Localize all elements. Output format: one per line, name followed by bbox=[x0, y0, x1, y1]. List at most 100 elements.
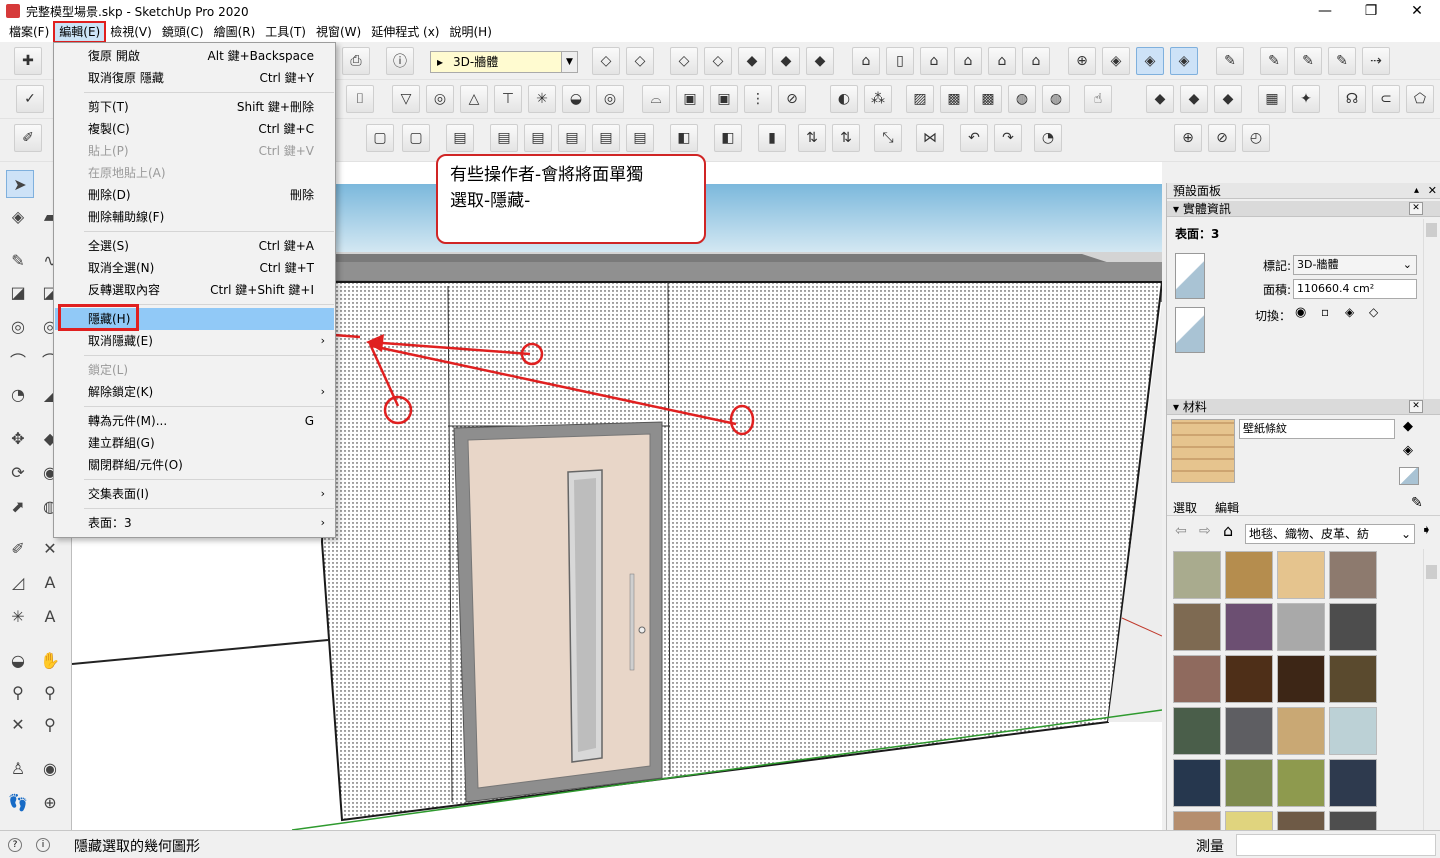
material-tile[interactable] bbox=[1173, 707, 1221, 755]
material-tile[interactable] bbox=[1277, 551, 1325, 599]
menu-file[interactable]: 檔案(F) bbox=[4, 22, 54, 42]
menu-select-all[interactable]: 全選(S) Ctrl 鍵+A bbox=[55, 235, 334, 257]
menu-delete[interactable]: 刪除(D) 刪除 bbox=[55, 184, 334, 206]
paint-bucket-icon[interactable]: ◈ bbox=[4, 202, 32, 230]
scale-frame-icon[interactable]: ▢ bbox=[402, 124, 430, 152]
previous-view-icon[interactable]: ⚲ bbox=[36, 710, 64, 738]
walk-icon[interactable]: ⊘ bbox=[1208, 124, 1236, 152]
material-tile[interactable] bbox=[1277, 655, 1325, 703]
export-icon[interactable]: ⇢ bbox=[1362, 47, 1390, 75]
menu-window[interactable]: 視窗(W) bbox=[311, 22, 366, 42]
back-arrow-icon[interactable]: ⇦ bbox=[1175, 523, 1187, 539]
material-tile[interactable] bbox=[1329, 811, 1377, 830]
material-tile[interactable] bbox=[1173, 811, 1221, 830]
axes-tool-icon[interactable]: ✳ bbox=[4, 602, 32, 630]
menu-camera[interactable]: 鏡頭(C) bbox=[157, 22, 209, 42]
material-tile[interactable] bbox=[1329, 603, 1377, 651]
material-tile[interactable] bbox=[1225, 551, 1273, 599]
layer-5-icon[interactable]: ▤ bbox=[592, 124, 620, 152]
menu-copy[interactable]: 複製(C) Ctrl 鍵+C bbox=[55, 118, 334, 140]
material-name-field[interactable]: 壁紙條紋 bbox=[1239, 419, 1395, 439]
select-arrow-icon[interactable]: ➤ bbox=[6, 170, 34, 198]
chevron-down-icon[interactable]: ▼ bbox=[561, 52, 577, 72]
edit-point-icon[interactable]: ✎ bbox=[1294, 47, 1322, 75]
menu-edit[interactable]: 編輯(E) bbox=[53, 21, 107, 43]
shaded-textures-icon[interactable]: ◆ bbox=[772, 47, 800, 75]
line-tool-icon[interactable]: ✎ bbox=[4, 246, 32, 274]
menu-invert-selection[interactable]: 反轉選取內容 Ctrl 鍵+Shift 鍵+I bbox=[55, 279, 334, 301]
vertical-bar-icon[interactable]: ▮ bbox=[758, 124, 786, 152]
materials-scrollbar[interactable] bbox=[1423, 549, 1439, 830]
pointer-hand-icon[interactable]: ☝ bbox=[1084, 85, 1112, 113]
menu-undo[interactable]: 復原 開啟 Alt 鍵+Backspace bbox=[55, 45, 334, 67]
cube-select-icon[interactable]: ◧ bbox=[670, 124, 698, 152]
restore-button[interactable]: ❐ bbox=[1348, 0, 1394, 22]
scale-tool-icon[interactable]: ⬈ bbox=[4, 492, 32, 520]
walk-footprints-icon[interactable]: 👣 bbox=[4, 788, 32, 816]
info-icon[interactable]: i bbox=[36, 838, 50, 852]
lock-icon[interactable]: ▫ bbox=[1321, 305, 1329, 319]
solid-outer-shell-icon[interactable]: ⌓ bbox=[642, 85, 670, 113]
eyedropper-icon[interactable]: ✎ bbox=[1411, 495, 1423, 511]
pie-tool-icon[interactable]: ◔ bbox=[4, 380, 32, 408]
magnet-icon[interactable]: ⊂ bbox=[1372, 85, 1400, 113]
menu-make-group[interactable]: 建立群組(G) bbox=[55, 432, 334, 454]
component-green-icon[interactable]: ◆ bbox=[1214, 85, 1242, 113]
material-tile[interactable] bbox=[1225, 707, 1273, 755]
cast-shadow-icon[interactable]: ◇ bbox=[1369, 305, 1378, 319]
help-icon[interactable]: ? bbox=[8, 838, 22, 852]
create-material-icon[interactable]: ◆ bbox=[1403, 419, 1413, 434]
menu-view[interactable]: 檢視(V) bbox=[105, 22, 157, 42]
paint-material-icon[interactable]: ◈ bbox=[1403, 443, 1413, 458]
front-view-icon[interactable]: ⌂ bbox=[920, 47, 948, 75]
fog-icon[interactable]: ⁂ bbox=[864, 85, 892, 113]
tag-select[interactable]: 3D-牆體 ⌄ bbox=[1293, 255, 1417, 275]
panel-close-icon[interactable]: ✕ bbox=[1409, 202, 1423, 215]
profile-icon[interactable]: ☊ bbox=[1338, 85, 1366, 113]
menu-close-group[interactable]: 關閉群組/元件(O) bbox=[55, 454, 334, 476]
close-button[interactable]: ✕ bbox=[1394, 0, 1440, 22]
layer-1-icon[interactable]: ▤ bbox=[446, 124, 474, 152]
arc-tool-icon[interactable]: ⌒ bbox=[4, 346, 32, 374]
look-around-icon[interactable]: ◴ bbox=[1242, 124, 1270, 152]
monochrome-icon[interactable]: ◆ bbox=[806, 47, 834, 75]
materials-header[interactable]: ▾ 材料 ✕ bbox=[1167, 399, 1440, 415]
zoom-icon[interactable]: ⚲ bbox=[4, 678, 32, 706]
back-view-icon[interactable]: ⌂ bbox=[988, 47, 1016, 75]
menu-intersect-faces[interactable]: 交集表面(I) › bbox=[55, 483, 334, 505]
circle-tool-icon[interactable]: ◎ bbox=[4, 312, 32, 340]
material-tile[interactable] bbox=[1173, 603, 1221, 651]
menu-select-none[interactable]: 取消全選(N) Ctrl 鍵+T bbox=[55, 257, 334, 279]
material-tile[interactable] bbox=[1277, 603, 1325, 651]
section-cuts-icon[interactable]: ◈ bbox=[1136, 47, 1164, 75]
sandbox-from-contours-icon[interactable]: ▽ bbox=[392, 85, 420, 113]
material-tile[interactable] bbox=[1277, 707, 1325, 755]
stamp-icon[interactable]: ⊤ bbox=[494, 85, 522, 113]
flip-edge-icon[interactable]: ◎ bbox=[596, 85, 624, 113]
solid-trim-icon[interactable]: ⊘ bbox=[778, 85, 806, 113]
xray-icon[interactable]: ◇ bbox=[592, 47, 620, 75]
material-tile[interactable] bbox=[1173, 759, 1221, 807]
push-arrows-icon[interactable]: ⇅ bbox=[798, 124, 826, 152]
style-3-icon[interactable]: ▩ bbox=[974, 85, 1002, 113]
receive-shadow-icon[interactable]: ◈ bbox=[1345, 305, 1354, 319]
edit-pencil-icon[interactable]: ✐ bbox=[14, 124, 42, 152]
entity-info-header[interactable]: ▾ 實體資訊 ✕ bbox=[1167, 201, 1440, 217]
axes-icon[interactable]: ⊕ bbox=[1174, 124, 1202, 152]
panel-close-icon[interactable]: ✕ bbox=[1409, 400, 1423, 413]
material-tile[interactable] bbox=[1173, 551, 1221, 599]
zoom-extents-icon[interactable]: ✕ bbox=[4, 710, 32, 738]
rectangle-tool-icon[interactable]: ◪ bbox=[4, 278, 32, 306]
layer-2-icon[interactable]: ▤ bbox=[490, 124, 518, 152]
hidden-line-icon[interactable]: ◇ bbox=[704, 47, 732, 75]
menu-extensions[interactable]: 延伸程式 (x) bbox=[366, 22, 444, 42]
details-arrow-icon[interactable]: ➧ bbox=[1421, 523, 1432, 538]
minimize-button[interactable]: — bbox=[1302, 0, 1348, 22]
component-blue-icon[interactable]: ◆ bbox=[1180, 85, 1208, 113]
menu-help[interactable]: 說明(H) bbox=[444, 22, 496, 42]
entity-info-scrollbar[interactable] bbox=[1423, 219, 1439, 399]
material-tile[interactable] bbox=[1329, 707, 1377, 755]
menu-unlock[interactable]: 解除鎖定(K) › bbox=[55, 381, 334, 403]
forward-arrow-icon[interactable]: ⇨ bbox=[1199, 523, 1211, 539]
menu-paste[interactable]: 貼上(P) Ctrl 鍵+V bbox=[55, 140, 334, 162]
